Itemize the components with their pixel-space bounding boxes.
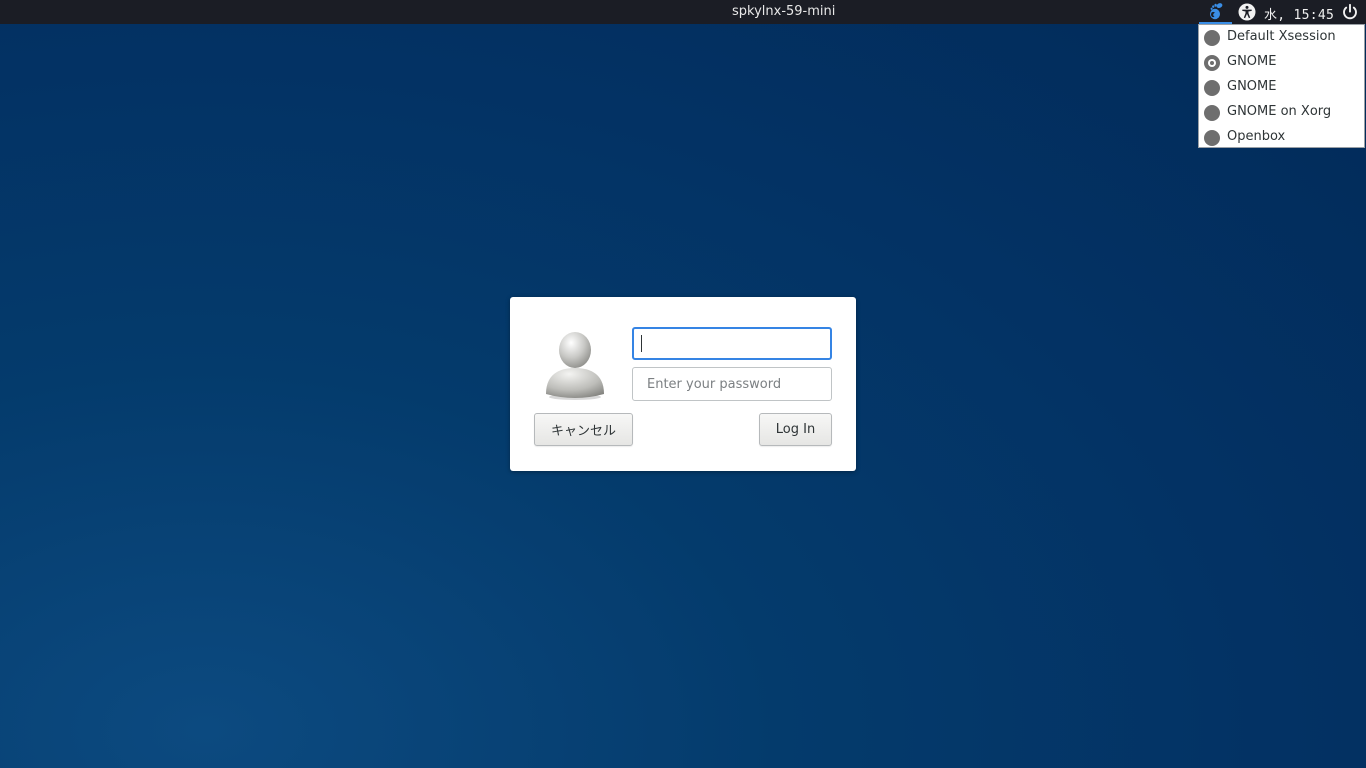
text-caret xyxy=(641,335,642,352)
session-item-label: Default Xsession xyxy=(1227,29,1336,44)
accessibility-button[interactable] xyxy=(1238,3,1256,21)
password-input[interactable] xyxy=(632,367,832,401)
username-input[interactable] xyxy=(632,327,832,360)
gnome-foot-icon xyxy=(1209,3,1222,20)
login-button[interactable]: Log In xyxy=(759,413,832,446)
session-item-label: Openbox xyxy=(1227,129,1286,144)
radio-selected-icon xyxy=(1204,55,1220,71)
session-menu: Default Xsession GNOME GNOME GNOME on Xo… xyxy=(1198,24,1365,148)
session-item-label: GNOME on Xorg xyxy=(1227,104,1332,119)
radio-unselected-icon xyxy=(1204,30,1220,46)
session-item-gnome[interactable]: GNOME xyxy=(1199,50,1364,75)
radio-unselected-icon xyxy=(1204,80,1220,96)
cancel-button[interactable]: キャンセル xyxy=(534,413,633,446)
accessibility-icon xyxy=(1238,3,1256,21)
login-dialog: キャンセル Log In xyxy=(510,297,856,471)
session-item-gnome-on-xorg[interactable]: GNOME on Xorg xyxy=(1199,100,1364,125)
session-item-default-xsession[interactable]: Default Xsession xyxy=(1199,25,1364,50)
power-icon xyxy=(1343,3,1357,20)
user-avatar-icon xyxy=(546,332,604,400)
hostname-label: spkylnx-59-mini xyxy=(732,4,836,19)
top-panel: spkylnx-59-mini 水, 15:45 xyxy=(0,0,1366,24)
radio-unselected-icon xyxy=(1204,130,1220,146)
session-item-label: GNOME xyxy=(1227,79,1277,94)
session-item-label: GNOME xyxy=(1227,54,1277,69)
session-indicator-button[interactable] xyxy=(1199,0,1232,24)
radio-unselected-icon xyxy=(1204,105,1220,121)
session-item-openbox[interactable]: Openbox xyxy=(1199,125,1364,150)
power-button[interactable] xyxy=(1341,3,1359,21)
clock-label[interactable]: 水, 15:45 xyxy=(1264,4,1334,23)
session-item-gnome-2[interactable]: GNOME xyxy=(1199,75,1364,100)
